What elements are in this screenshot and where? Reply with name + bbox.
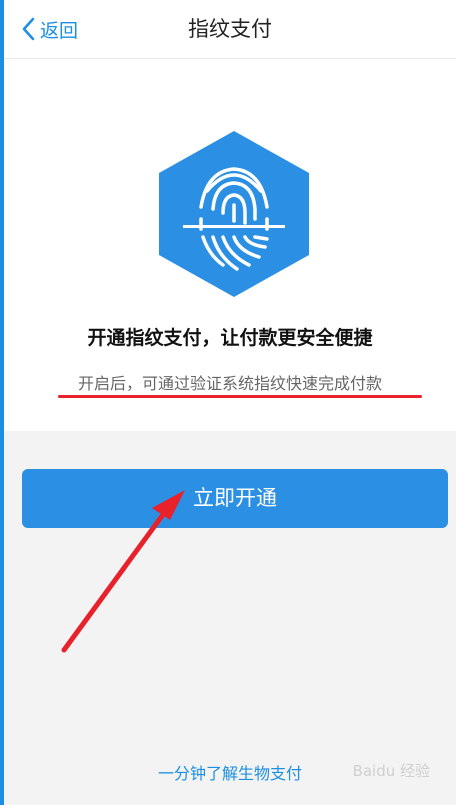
fingerprint-icon	[159, 131, 309, 297]
red-underline-annotation	[58, 395, 422, 398]
intro-section: 开通指纹支付，让付款更安全便捷 开启后，可通过验证系统指纹快速完成付款	[4, 59, 456, 431]
page-title: 指纹支付	[188, 17, 272, 41]
enable-now-button[interactable]: 立即开通	[22, 469, 448, 528]
nav-bar: 返回 指纹支付	[4, 0, 456, 59]
watermark: Baidu 经验	[352, 762, 430, 780]
action-section: 立即开通 一分钟了解生物支付	[4, 431, 456, 805]
feature-description: 开启后，可通过验证系统指纹快速完成付款	[77, 374, 382, 393]
feature-headline: 开通指纹支付，让付款更安全便捷	[87, 327, 373, 349]
